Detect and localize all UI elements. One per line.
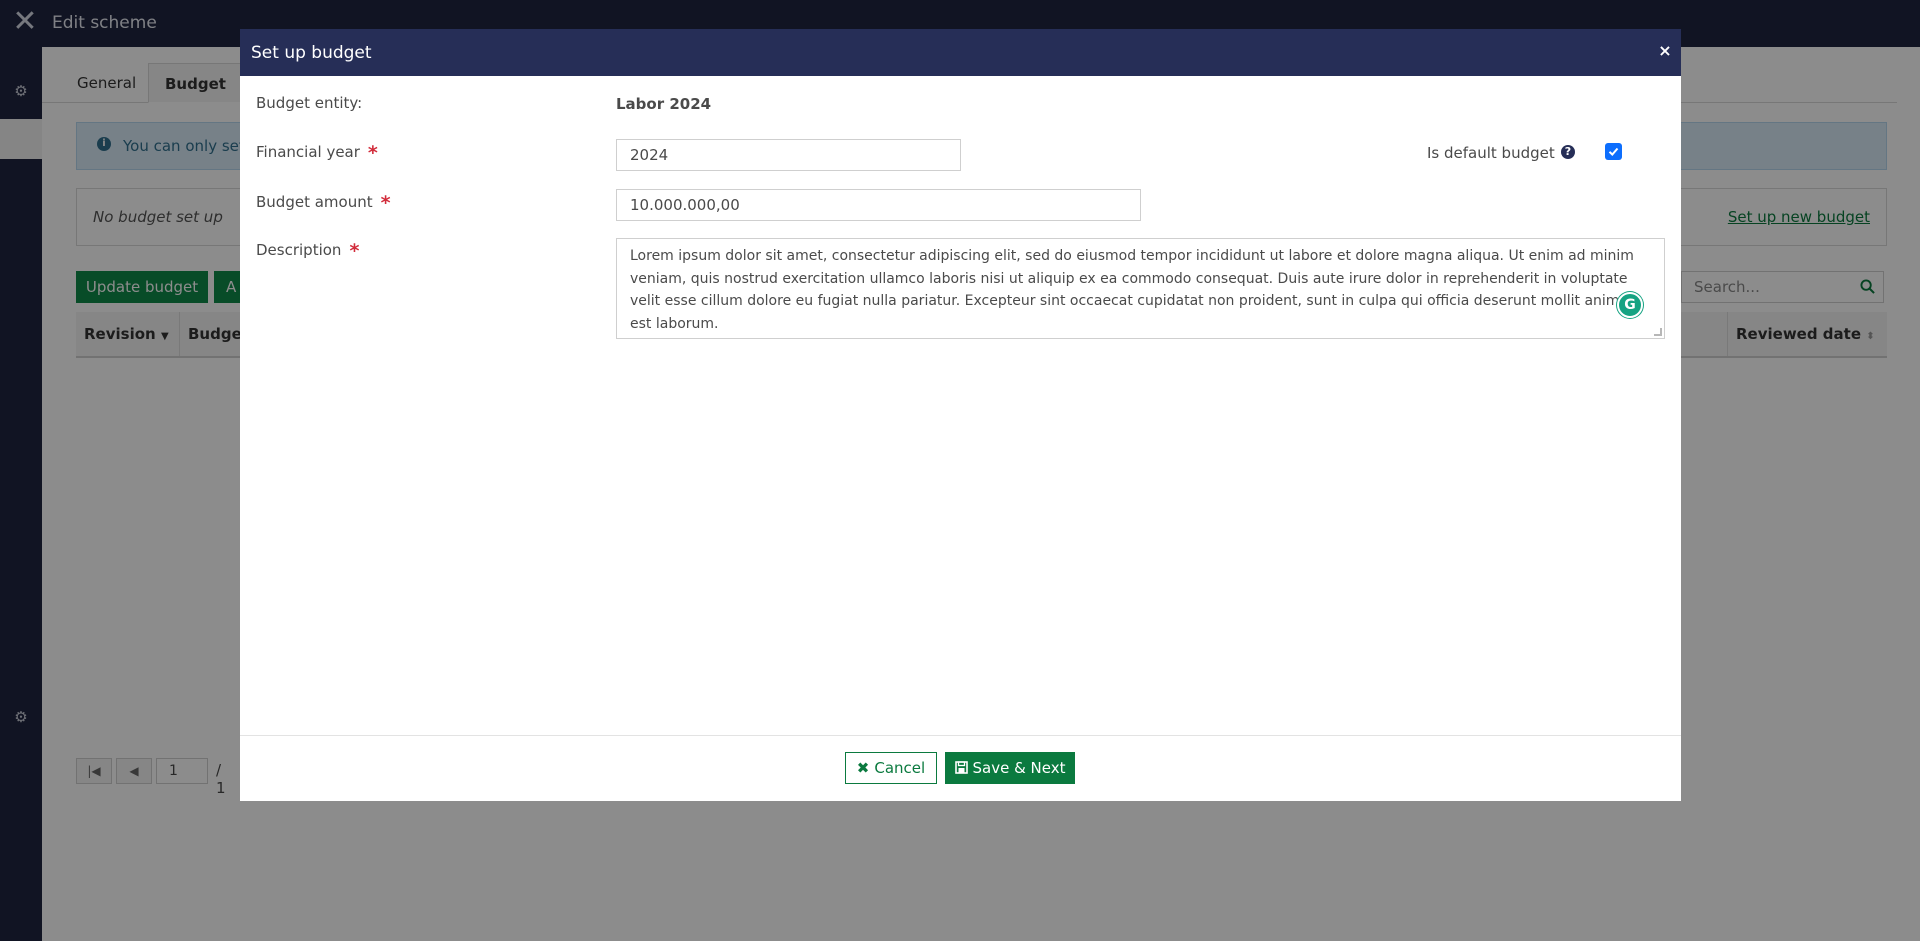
save-icon — [954, 761, 968, 774]
check-icon — [1608, 147, 1619, 156]
financial-year-input[interactable]: 2024 — [616, 139, 961, 171]
budget-entity-value: Labor 2024 — [616, 95, 712, 113]
budget-entity-label: Budget entity: — [256, 94, 363, 112]
grammarly-icon[interactable]: G — [1617, 292, 1643, 318]
budget-amount-label-text: Budget amount — [256, 193, 373, 211]
save-next-button-label: Save & Next — [972, 759, 1066, 777]
modal-footer: ✖ Cancel Save & Next — [240, 735, 1681, 801]
description-text: Lorem ipsum dolor sit amet, consectetur … — [630, 248, 1637, 332]
set-up-budget-modal: Set up budget × Budget entity: Labor 202… — [240, 29, 1681, 801]
description-label: Description * — [256, 238, 360, 262]
required-mark: * — [349, 240, 360, 262]
cancel-button[interactable]: ✖ Cancel — [845, 752, 937, 784]
modal-header: Set up budget × — [240, 29, 1681, 76]
required-mark: * — [380, 192, 391, 214]
times-icon: ✖ — [856, 759, 870, 777]
default-budget-checkbox[interactable] — [1605, 143, 1622, 160]
modal-title: Set up budget — [251, 43, 372, 63]
description-textarea[interactable]: Lorem ipsum dolor sit amet, consectetur … — [616, 238, 1665, 339]
cancel-button-label: Cancel — [874, 759, 926, 777]
default-budget-label: Is default budget — [1427, 144, 1555, 162]
resize-handle[interactable] — [1654, 328, 1662, 336]
save-next-button[interactable]: Save & Next — [945, 752, 1075, 784]
required-mark: * — [367, 142, 378, 164]
financial-year-label-text: Financial year — [256, 143, 360, 161]
modal-close-icon[interactable]: × — [1657, 41, 1673, 61]
budget-amount-input[interactable]: 10.000.000,00 — [616, 189, 1141, 221]
financial-year-label: Financial year * — [256, 140, 378, 164]
help-icon[interactable]: ? — [1561, 145, 1575, 159]
description-label-text: Description — [256, 241, 342, 259]
budget-amount-label: Budget amount * — [256, 190, 391, 214]
